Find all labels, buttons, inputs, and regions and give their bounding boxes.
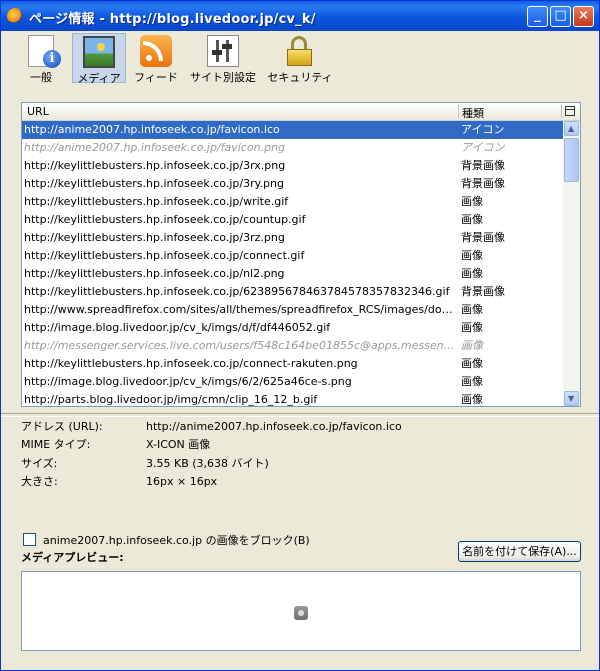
title-bar[interactable]: ページ情報 - http://blog.livedoor.jp/cv_k/ _ … [1, 1, 599, 31]
media-rows: http://anime2007.hp.infoseek.co.jp/favic… [22, 121, 563, 409]
row-type: 背景画像 [461, 231, 505, 244]
media-icon [83, 36, 115, 68]
table-row[interactable]: http://messenger.services.live.com/users… [22, 337, 563, 355]
firefox-icon [7, 8, 23, 24]
media-table[interactable]: URL 種類 http://anime2007.hp.infoseek.co.j… [21, 102, 581, 407]
padlock-icon [284, 35, 316, 67]
block-images-checkbox[interactable] [23, 533, 36, 546]
table-row[interactable]: http://parts.blog.livedoor.jp/img/cmn/cl… [22, 391, 563, 409]
scroll-thumb[interactable] [564, 138, 579, 182]
dimensions-value: 16px × 16px [146, 475, 218, 488]
block-images-label[interactable]: anime2007.hp.infoseek.co.jp の画像をブロック(B) [43, 532, 310, 548]
row-url: http://keylittlebusters.hp.infoseek.co.j… [24, 249, 305, 262]
table-row[interactable]: http://keylittlebusters.hp.infoseek.co.j… [22, 157, 563, 175]
window-title: ページ情報 - http://blog.livedoor.jp/cv_k/ [29, 12, 316, 27]
tab-media[interactable]: メディア [72, 33, 126, 85]
row-type: 画像 [461, 375, 483, 388]
maximize-button[interactable]: □ [550, 6, 571, 27]
table-row[interactable]: http://keylittlebusters.hp.infoseek.co.j… [22, 193, 563, 211]
scroll-up-button[interactable]: ▲ [564, 121, 579, 136]
save-as-button[interactable]: 名前を付けて保存(A)... [458, 541, 581, 562]
row-type: 画像 [461, 267, 483, 280]
table-row[interactable]: http://keylittlebusters.hp.infoseek.co.j… [22, 175, 563, 193]
size-value: 3.55 KB (3,638 バイト) [146, 457, 269, 470]
row-type: 画像 [461, 393, 483, 406]
table-row[interactable]: http://keylittlebusters.hp.infoseek.co.j… [22, 229, 563, 247]
row-url: http://keylittlebusters.hp.infoseek.co.j… [24, 357, 358, 370]
minimize-button[interactable]: _ [527, 6, 548, 27]
table-row[interactable]: http://anime2007.hp.infoseek.co.jp/favic… [22, 121, 563, 139]
row-url: http://keylittlebusters.hp.infoseek.co.j… [24, 177, 284, 190]
row-url: http://image.blog.livedoor.jp/cv_k/imgs/… [24, 375, 352, 388]
permissions-icon [207, 35, 239, 67]
row-type: 画像 [461, 303, 483, 316]
close-button[interactable]: × [573, 6, 594, 27]
media-preview-label: メディアプレビュー: [21, 551, 124, 564]
row-type: 背景画像 [461, 159, 505, 172]
row-url: http://keylittlebusters.hp.infoseek.co.j… [24, 159, 286, 172]
mime-type-value: X-ICON 画像 [146, 438, 211, 451]
tab-security[interactable]: セキュリティ [267, 33, 333, 84]
table-row[interactable]: http://keylittlebusters.hp.infoseek.co.j… [22, 247, 563, 265]
table-row[interactable]: http://anime2007.hp.infoseek.co.jp/favic… [22, 139, 563, 157]
row-url: http://keylittlebusters.hp.infoseek.co.j… [24, 213, 306, 226]
row-type: 画像 [461, 195, 483, 208]
table-row[interactable]: http://keylittlebusters.hp.infoseek.co.j… [22, 265, 563, 283]
row-type: アイコン [461, 123, 505, 136]
feed-icon [140, 35, 172, 67]
row-type: 画像 [461, 213, 483, 226]
table-header: URL 種類 [22, 103, 580, 121]
table-row[interactable]: http://image.blog.livedoor.jp/cv_k/imgs/… [22, 373, 563, 391]
tab-general[interactable]: 一般 [15, 33, 67, 84]
page-info-tabs: 一般 メディア フィード サイト別設定 セキュリティ [1, 31, 599, 85]
mime-type-label: MIME タイプ: [21, 438, 91, 451]
row-type: 背景画像 [461, 177, 505, 190]
row-url: http://parts.blog.livedoor.jp/img/cmn/cl… [24, 393, 318, 406]
tab-general-label: 一般 [30, 71, 52, 84]
row-url: http://keylittlebusters.hp.infoseek.co.j… [24, 231, 285, 244]
row-type: アイコン [461, 141, 505, 154]
table-row[interactable]: http://image.blog.livedoor.jp/cv_k/imgs/… [22, 319, 563, 337]
row-url: http://anime2007.hp.infoseek.co.jp/favic… [24, 141, 286, 154]
address-value: http://anime2007.hp.infoseek.co.jp/favic… [146, 420, 402, 433]
favicon-preview-image [294, 606, 308, 620]
tab-media-label: メディア [77, 72, 121, 85]
tab-feed-label: フィード [134, 71, 178, 84]
tab-permissions[interactable]: サイト別設定 [187, 33, 259, 84]
row-type: 画像 [461, 321, 483, 334]
row-type: 画像 [461, 339, 483, 352]
column-divider[interactable] [561, 105, 562, 118]
tab-feed[interactable]: フィード [131, 33, 181, 84]
row-url: http://www.spreadfirefox.com/sites/all/t… [24, 303, 456, 316]
column-divider[interactable] [458, 105, 459, 118]
table-row[interactable]: http://www.spreadfirefox.com/sites/all/t… [22, 301, 563, 319]
row-url: http://image.blog.livedoor.jp/cv_k/imgs/… [24, 321, 331, 334]
row-type: 画像 [461, 249, 483, 262]
row-url: http://keylittlebusters.hp.infoseek.co.j… [24, 285, 450, 298]
row-url: http://keylittlebusters.hp.infoseek.co.j… [24, 195, 289, 208]
tab-permissions-label: サイト別設定 [190, 71, 256, 84]
row-type: 画像 [461, 357, 483, 370]
row-url: http://keylittlebusters.hp.infoseek.co.j… [24, 267, 285, 280]
dimensions-label: 大きさ: [21, 475, 58, 488]
media-preview-pane [21, 571, 581, 651]
vertical-scrollbar[interactable]: ▲ ▼ [563, 121, 580, 406]
size-label: サイズ: [21, 457, 58, 470]
info-icon [28, 35, 61, 68]
table-row[interactable]: http://keylittlebusters.hp.infoseek.co.j… [22, 355, 563, 373]
column-header-url[interactable]: URL [27, 105, 49, 118]
column-header-type[interactable]: 種類 [462, 105, 484, 121]
row-url: http://anime2007.hp.infoseek.co.jp/favic… [24, 123, 280, 136]
pane-splitter[interactable] [1, 413, 599, 417]
row-url: http://messenger.services.live.com/users… [24, 339, 456, 352]
page-info-window: ページ情報 - http://blog.livedoor.jp/cv_k/ _ … [0, 0, 600, 671]
table-row[interactable]: http://keylittlebusters.hp.infoseek.co.j… [22, 283, 563, 301]
table-row[interactable]: http://keylittlebusters.hp.infoseek.co.j… [22, 211, 563, 229]
row-type: 背景画像 [461, 285, 505, 298]
address-label: アドレス (URL): [21, 420, 103, 433]
tab-security-label: セキュリティ [267, 71, 333, 84]
column-picker-icon[interactable] [565, 106, 575, 116]
scroll-down-button[interactable]: ▼ [564, 391, 579, 406]
